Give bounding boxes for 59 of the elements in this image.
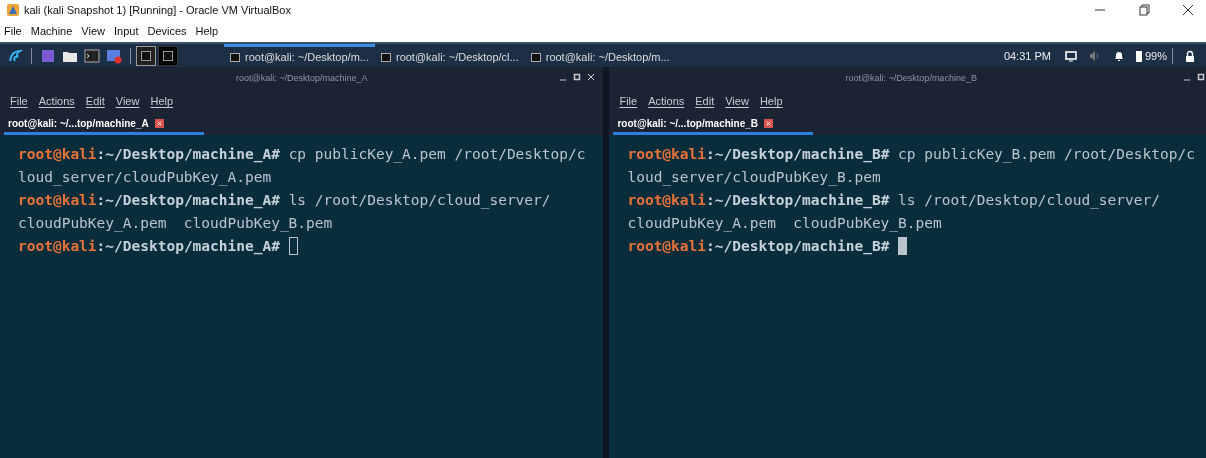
menu-item[interactable]: Actions xyxy=(648,95,685,107)
output-text: loud_server/cloudPubKey_B.pem xyxy=(627,169,881,185)
prompt-path: :~/Desktop/machine_A# xyxy=(96,192,280,208)
menu-item[interactable]: View xyxy=(81,25,105,37)
close-icon[interactable] xyxy=(154,118,164,128)
command-text: cp publicKey_A.pem /root/Desktop/c xyxy=(287,146,586,162)
workspace-button[interactable] xyxy=(136,45,156,66)
menu-item[interactable]: Help xyxy=(195,25,219,37)
menu-item[interactable]: View xyxy=(725,95,749,107)
output-text: cloudPubKey_A.pem cloudPubKey_B.pem xyxy=(18,215,333,231)
window-title: kali (kali Snapshot 1) [Running] - Oracle VM VirtualBox xyxy=(24,4,291,16)
menu-item[interactable]: File xyxy=(4,25,22,37)
taskbar-button[interactable]: root@kali: ~/Desktop/m... xyxy=(524,44,676,67)
prompt-path: :~/Desktop/machine_B# xyxy=(706,238,890,254)
menu-item[interactable]: Machine xyxy=(30,25,73,37)
prompt-user: root@kali xyxy=(627,192,707,208)
menu-item[interactable]: Actions xyxy=(38,95,75,107)
menu-item[interactable]: Edit xyxy=(85,95,105,107)
menu-item[interactable]: Help xyxy=(759,95,783,107)
prompt-path: :~/Desktop/machine_B# xyxy=(706,192,890,208)
prompt-path: :~/Desktop/machine_A# xyxy=(96,146,280,162)
app-icon xyxy=(6,3,20,17)
restore-icon[interactable] xyxy=(1138,4,1150,16)
prompt-user: root@kali xyxy=(18,146,97,162)
output-text: cloudPubKey_A.pem cloudPubKey_B.pem xyxy=(627,215,942,231)
prompt-user: root@kali xyxy=(18,238,97,254)
menu-item[interactable]: Edit xyxy=(695,95,715,107)
terminal-title: root@kali: ~/Desktop/machine_B xyxy=(845,73,977,83)
command-text: cp publicKey_B.pem /root/Desktop/c xyxy=(897,146,1195,162)
prompt-user: root@kali xyxy=(627,238,707,254)
terminal-title: root@kali: ~/Desktop/machine_A xyxy=(236,73,368,83)
window-icon[interactable] xyxy=(40,47,56,64)
terminal-icon[interactable] xyxy=(84,47,100,64)
menu-item[interactable]: Help xyxy=(150,95,174,107)
maximize-icon[interactable] xyxy=(573,73,582,81)
close-icon[interactable] xyxy=(764,118,774,128)
maximize-icon[interactable] xyxy=(1196,73,1205,81)
clock: 04:31 PM xyxy=(1003,49,1051,62)
bell-icon[interactable] xyxy=(1112,49,1125,62)
display-icon[interactable] xyxy=(1064,49,1077,62)
output-text: loud_server/cloudPubKey_A.pem xyxy=(18,169,272,185)
prompt-path: :~/Desktop/machine_B# xyxy=(706,146,890,162)
prompt-path: :~/Desktop/machine_A# xyxy=(96,238,280,254)
command-text: ls /root/Desktop/cloud_server/ xyxy=(897,192,1160,208)
menu-item[interactable]: File xyxy=(619,95,638,107)
battery-percentage: 99% xyxy=(1144,49,1167,62)
menu-item[interactable]: Input xyxy=(113,25,139,37)
lock-icon[interactable] xyxy=(1184,49,1196,62)
command-text: ls /root/Desktop/cloud_server/ xyxy=(287,192,551,208)
menu-item[interactable]: File xyxy=(10,95,28,107)
battery-icon[interactable] xyxy=(1134,49,1143,62)
menu-item[interactable]: Devices xyxy=(147,25,187,37)
workspace-button[interactable] xyxy=(158,45,178,66)
speaker-icon[interactable] xyxy=(1088,49,1101,62)
taskbar-button[interactable]: root@kali: ~/Desktop/cl... xyxy=(374,44,525,67)
prompt-user: root@kali xyxy=(18,192,97,208)
close-icon[interactable] xyxy=(1182,4,1194,16)
menu-item[interactable]: View xyxy=(115,95,140,107)
prompt-user: root@kali xyxy=(627,146,707,162)
